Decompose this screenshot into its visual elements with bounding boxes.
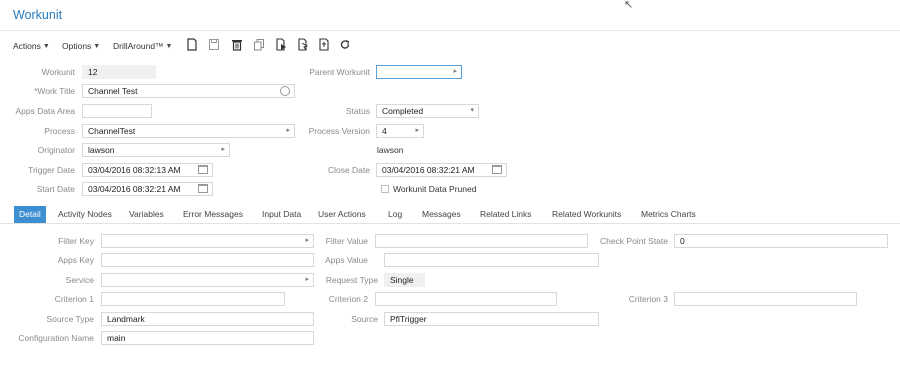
originator-value: lawson (88, 145, 115, 155)
tab-related-workunits[interactable]: Related Workunits (547, 206, 626, 223)
chevron-down-icon: ▼ (165, 42, 173, 50)
filter-value-label: Filter Value (325, 236, 368, 246)
import-icon[interactable] (318, 38, 330, 51)
criterion1-field[interactable] (101, 292, 285, 306)
chevron-right-icon[interactable]: ▸ (415, 125, 419, 137)
process-version-value: 4 (382, 126, 387, 136)
start-date-label: Start Date (36, 184, 75, 194)
process-label: Process (44, 126, 75, 136)
refresh-icon[interactable] (339, 38, 351, 51)
tab-variables[interactable]: Variables (124, 206, 169, 223)
configuration-name-label: Configuration Name (18, 333, 94, 343)
page-title: Workunit (13, 8, 63, 22)
chevron-down-icon[interactable]: ▾ (470, 105, 474, 117)
request-type-field: Single (384, 273, 425, 287)
pruned-label: Workunit Data Pruned (393, 184, 477, 194)
criterion2-field[interactable] (375, 292, 557, 306)
workunit-field: 12 (82, 65, 156, 79)
tab-metrics-charts[interactable]: Metrics Charts (636, 206, 701, 223)
trigger-date-field[interactable]: 03/04/2016 08:32:13 AM (82, 163, 213, 177)
process-version-field[interactable]: 4 ▸ (376, 124, 424, 138)
chevron-down-icon: ▼ (42, 42, 50, 50)
close-date-value: 03/04/2016 08:32:21 AM (382, 165, 475, 175)
close-date-label: Close Date (327, 165, 370, 175)
parent-workunit-label: Parent Workunit (309, 67, 370, 77)
service-field[interactable]: ▸ (101, 273, 314, 287)
request-type-label: Request Type (325, 275, 378, 285)
process-version-label: Process Version (308, 126, 370, 136)
work-title-field[interactable]: Channel Test (82, 84, 295, 98)
work-title-value: Channel Test (88, 86, 138, 96)
calendar-icon[interactable] (492, 165, 502, 174)
apps-key-label: Apps Key (57, 255, 94, 265)
configuration-name-field[interactable]: main (101, 331, 314, 345)
criterion2-label: Criterion 2 (328, 294, 368, 304)
originator-field[interactable]: lawson ▸ (82, 143, 230, 157)
apps-value-label: Apps Value (325, 255, 368, 265)
check-point-state-field[interactable]: 0 (674, 234, 888, 248)
start-date-field[interactable]: 03/04/2016 08:32:21 AM (82, 182, 213, 196)
delete-icon[interactable] (231, 38, 243, 51)
apps-data-area-label: Apps Data Area (15, 106, 75, 116)
process-value: ChannelTest (88, 126, 136, 136)
source-type-label: Source Type (46, 314, 94, 324)
copy-icon[interactable] (253, 38, 265, 51)
status-label: Status (345, 106, 370, 116)
drillaround-menu[interactable]: DrillAround™ ▼ (113, 41, 172, 51)
export-icon[interactable] (297, 38, 309, 51)
process-field[interactable]: ChannelTest ▸ (82, 124, 295, 138)
calendar-icon[interactable] (198, 184, 208, 193)
tabs-divider (0, 223, 900, 224)
apps-value-field[interactable] (384, 253, 599, 267)
options-menu-label: Options (62, 41, 92, 51)
source-field[interactable]: PflTrigger (384, 312, 599, 326)
filter-key-label: Filter Key (58, 236, 94, 246)
tab-activity-nodes[interactable]: Activity Nodes (53, 206, 117, 223)
source-label: Source (351, 314, 378, 324)
trigger-date-label: Trigger Date (28, 165, 75, 175)
tab-log[interactable]: Log (383, 206, 407, 223)
chevron-down-icon: ▼ (93, 42, 101, 50)
tab-error-messages[interactable]: Error Messages (178, 206, 248, 223)
criterion3-label: Criterion 3 (628, 294, 668, 304)
chevron-right-icon[interactable]: ▸ (453, 66, 457, 78)
new-document-icon[interactable] (186, 38, 198, 51)
tab-input-data[interactable]: Input Data (257, 206, 306, 223)
save-icon[interactable] (208, 38, 220, 51)
workunit-label: Workunit (41, 67, 75, 77)
run-icon[interactable] (275, 38, 287, 51)
actions-menu[interactable]: Actions ▼ (13, 41, 50, 51)
check-point-state-label: Check Point State (599, 236, 668, 246)
calendar-icon[interactable] (198, 165, 208, 174)
tab-related-links[interactable]: Related Links (475, 206, 537, 223)
work-title-label: *Work Title (34, 86, 75, 96)
criterion1-label: Criterion 1 (54, 294, 94, 304)
status-value: Completed (382, 106, 424, 116)
originator-name: lawson (377, 145, 404, 155)
mouse-cursor-icon: ↖ (624, 0, 634, 11)
options-menu[interactable]: Options ▼ (62, 41, 100, 51)
trigger-date-value: 03/04/2016 08:32:13 AM (88, 165, 181, 175)
close-date-field[interactable]: 03/04/2016 08:32:21 AM (376, 163, 507, 177)
tab-detail[interactable]: Detail (14, 206, 46, 223)
source-type-field[interactable]: Landmark (101, 312, 314, 326)
parent-workunit-field[interactable]: ▸ (376, 65, 462, 79)
drillaround-menu-label: DrillAround™ (113, 41, 164, 51)
filter-value-field[interactable] (375, 234, 588, 248)
originator-label: Originator (37, 145, 75, 155)
chevron-right-icon[interactable]: ▸ (221, 144, 225, 156)
globe-icon[interactable] (280, 86, 290, 96)
filter-key-field[interactable]: ▸ (101, 234, 314, 248)
pruned-checkbox[interactable] (381, 185, 389, 193)
header-divider (0, 30, 900, 31)
start-date-value: 03/04/2016 08:32:21 AM (88, 184, 181, 194)
service-label: Service (65, 275, 94, 285)
actions-menu-label: Actions (13, 41, 41, 51)
apps-data-area-field[interactable] (82, 104, 152, 118)
tab-user-actions[interactable]: User Actions (313, 206, 371, 223)
criterion3-field[interactable] (674, 292, 857, 306)
apps-key-field[interactable] (101, 253, 314, 267)
tab-messages[interactable]: Messages (417, 206, 466, 223)
status-select[interactable]: Completed ▾ (376, 104, 479, 118)
